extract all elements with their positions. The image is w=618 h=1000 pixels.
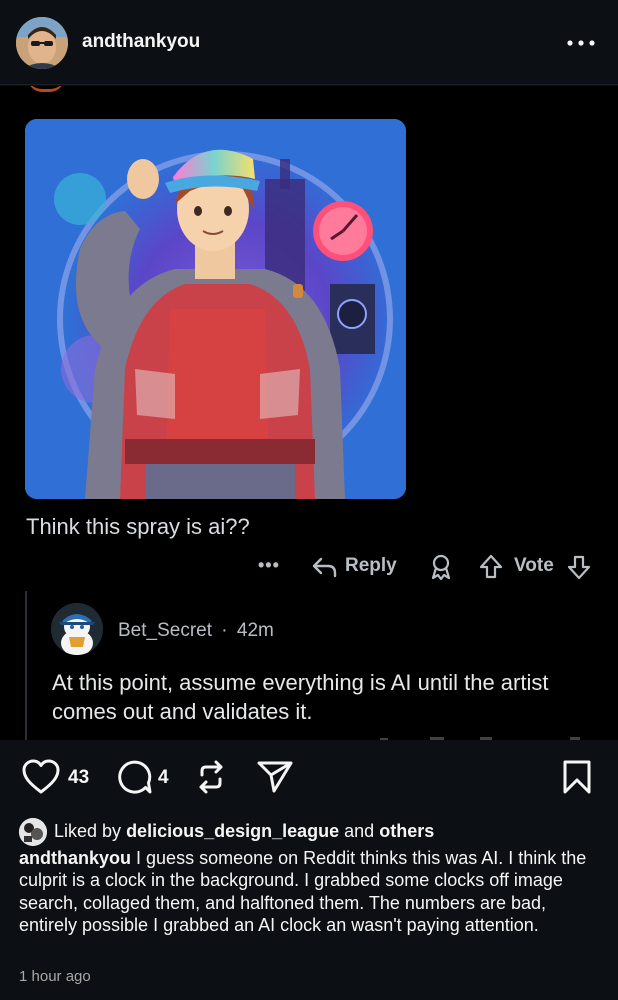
comment-icon[interactable] [115, 759, 153, 800]
upvote-arrow-icon[interactable] [478, 553, 504, 586]
comment-text: At this point, assume everything is AI u… [52, 670, 549, 724]
more-options-button[interactable]: ••• [258, 555, 280, 576]
comment-meta: Bet_Secret · 42m [118, 620, 274, 642]
caption-username[interactable]: andthankyou [19, 848, 131, 868]
previous-avatar-edge [28, 86, 64, 92]
author-username[interactable]: andthankyou [82, 31, 200, 53]
commenter-avatar [51, 603, 103, 655]
award-icon[interactable] [428, 553, 454, 586]
liker-avatar[interactable] [19, 818, 47, 846]
downvote-arrow-icon[interactable] [566, 553, 592, 586]
author-avatar[interactable] [16, 17, 68, 69]
reply-arrow-icon[interactable] [310, 554, 338, 585]
send-icon[interactable] [257, 760, 293, 799]
liked-by-and: and [344, 821, 375, 841]
vote-label: Vote [514, 555, 554, 576]
liked-by-row: Liked by delicious_design_league and oth… [19, 818, 609, 846]
post-caption: andthankyou I guess someone on Reddit th… [19, 847, 604, 937]
more-horizontal-icon[interactable] [564, 32, 598, 54]
post-artwork-image [25, 119, 406, 499]
liked-by-text: Liked by delicious_design_league and oth… [54, 821, 434, 842]
comment-count[interactable]: 4 [158, 767, 169, 789]
meta-separator: · [221, 620, 228, 641]
like-count[interactable]: 43 [68, 767, 89, 789]
liked-by-prefix: Liked by [54, 821, 122, 841]
comment-thread-line [25, 591, 27, 740]
heart-icon[interactable] [21, 759, 61, 800]
reddit-screenshot: Think this spray is ai?? ••• Reply Vote [0, 86, 618, 740]
reply-button[interactable]: Reply [345, 555, 397, 577]
liked-by-others-link[interactable]: others [379, 821, 434, 841]
reddit-post-caption: Think this spray is ai?? [26, 514, 250, 539]
bookmark-icon[interactable] [561, 759, 593, 800]
post-header: andthankyou [0, 0, 618, 85]
reddit-action-bar: ••• Reply Vote [258, 551, 598, 583]
commenter-username[interactable]: Bet_Secret [118, 620, 212, 641]
post-action-bar: 43 4 [0, 740, 618, 814]
comment-age: 42m [236, 620, 274, 641]
post-timestamp: 1 hour ago [19, 968, 91, 985]
repost-icon[interactable] [194, 759, 228, 800]
liker-username[interactable]: delicious_design_league [126, 821, 339, 841]
